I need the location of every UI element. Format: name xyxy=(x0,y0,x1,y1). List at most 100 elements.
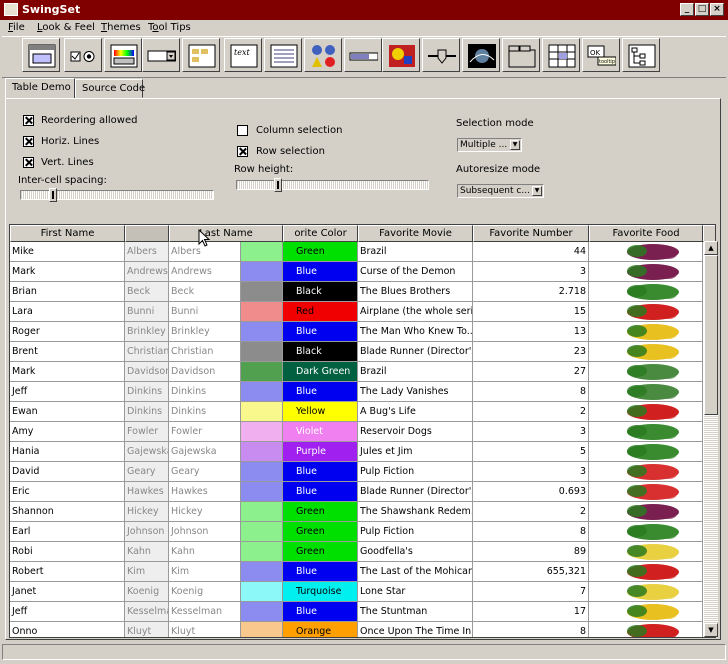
favorite-number-cell[interactable]: 7 xyxy=(473,582,589,602)
list-button[interactable] xyxy=(264,38,302,72)
favorite-color-cell[interactable]: Blue xyxy=(283,382,358,402)
first-name-cell[interactable]: Jeff xyxy=(10,602,125,622)
last-name-cell[interactable]: Johnson xyxy=(169,522,241,542)
first-name-cell[interactable]: David xyxy=(10,462,125,482)
favorite-color-cell[interactable]: Turquoise xyxy=(283,582,358,602)
favorite-number-cell[interactable]: 3 xyxy=(473,462,589,482)
favorite-food-cell[interactable] xyxy=(589,242,703,262)
option-pane-button[interactable] xyxy=(304,38,342,72)
minimize-button[interactable]: _ xyxy=(680,3,694,16)
favorite-movie-cell[interactable]: Airplane (the whole series) xyxy=(358,302,473,322)
scroll-up-icon[interactable]: ▲ xyxy=(704,241,718,255)
favorite-movie-cell[interactable]: The Stuntman xyxy=(358,602,473,622)
slider-thumb[interactable] xyxy=(49,188,57,202)
color-chooser-button[interactable] xyxy=(104,38,142,72)
favorite-movie-cell[interactable]: The Man Who Knew To... xyxy=(358,322,473,342)
header-favorite-color[interactable]: orite Color xyxy=(283,225,358,242)
combobox-button[interactable] xyxy=(142,38,180,72)
color-swatch-cell[interactable] xyxy=(241,562,283,582)
scroll-pane-button[interactable] xyxy=(382,38,420,72)
favorite-color-cell[interactable]: Orange xyxy=(283,622,358,637)
dragged-column-cell[interactable]: Fowler xyxy=(125,422,169,442)
favorite-color-cell[interactable]: Violet xyxy=(283,422,358,442)
dragged-column-cell[interactable]: Albers xyxy=(125,242,169,262)
tab-source-code[interactable]: Source Code xyxy=(75,79,145,98)
scroll-thumb[interactable] xyxy=(704,255,718,415)
favorite-number-cell[interactable]: 17 xyxy=(473,602,589,622)
favorite-number-cell[interactable]: 8 xyxy=(473,522,589,542)
favorite-food-cell[interactable] xyxy=(589,362,703,382)
last-name-cell[interactable]: Kesselman xyxy=(169,602,241,622)
header-first-name[interactable]: First Name xyxy=(10,225,125,242)
last-name-cell[interactable]: Brinkley xyxy=(169,322,241,342)
favorite-color-cell[interactable]: Dark Green xyxy=(283,362,358,382)
slider-thumb[interactable] xyxy=(274,178,282,192)
favorite-color-cell[interactable]: Black xyxy=(283,282,358,302)
favorite-color-cell[interactable]: Blue xyxy=(283,462,358,482)
favorite-food-cell[interactable] xyxy=(589,422,703,442)
first-name-cell[interactable]: Shannon xyxy=(10,502,125,522)
favorite-color-cell[interactable]: Purple xyxy=(283,442,358,462)
favorite-movie-cell[interactable]: Brazil xyxy=(358,362,473,382)
last-name-cell[interactable]: Koenig xyxy=(169,582,241,602)
color-swatch-cell[interactable] xyxy=(241,442,283,462)
favorite-food-cell[interactable] xyxy=(589,602,703,622)
first-name-cell[interactable]: Eric xyxy=(10,482,125,502)
menu-themes[interactable]: Themes xyxy=(101,22,141,33)
last-name-cell[interactable]: Dinkins xyxy=(169,402,241,422)
favorite-movie-cell[interactable]: The Shawshank Redem... xyxy=(358,502,473,522)
first-name-cell[interactable]: Hania xyxy=(10,442,125,462)
favorite-food-cell[interactable] xyxy=(589,442,703,462)
dragged-column-cell[interactable]: Beck xyxy=(125,282,169,302)
horiz-lines-checkbox[interactable] xyxy=(23,136,34,147)
last-name-cell[interactable]: Bunni xyxy=(169,302,241,322)
menu-file[interactable]: File xyxy=(8,22,25,33)
tooltip-button[interactable]: OK tooltip xyxy=(582,38,620,72)
dragged-column-cell[interactable]: Kluyt xyxy=(125,622,169,637)
file-chooser-button[interactable] xyxy=(182,38,220,72)
table-button[interactable] xyxy=(542,38,580,72)
column-selection-checkbox[interactable] xyxy=(237,125,248,136)
first-name-cell[interactable]: Ewan xyxy=(10,402,125,422)
dragged-column-cell[interactable]: Koenig xyxy=(125,582,169,602)
favorite-number-cell[interactable]: 27 xyxy=(473,362,589,382)
first-name-cell[interactable]: Janet xyxy=(10,582,125,602)
favorite-food-cell[interactable] xyxy=(589,302,703,322)
color-swatch-cell[interactable] xyxy=(241,582,283,602)
color-swatch-cell[interactable] xyxy=(241,482,283,502)
first-name-cell[interactable]: Robi xyxy=(10,542,125,562)
color-swatch-cell[interactable] xyxy=(241,282,283,302)
favorite-movie-cell[interactable]: A Bug's Life xyxy=(358,402,473,422)
dragged-column-cell[interactable]: Kesselman xyxy=(125,602,169,622)
favorite-number-cell[interactable]: 655,321 xyxy=(473,562,589,582)
favorite-food-cell[interactable] xyxy=(589,402,703,422)
last-name-cell[interactable]: Gajewska xyxy=(169,442,241,462)
color-swatch-cell[interactable] xyxy=(241,322,283,342)
dragged-column-cell[interactable]: Christian xyxy=(125,342,169,362)
favorite-number-cell[interactable]: 3 xyxy=(473,422,589,442)
favorite-food-cell[interactable] xyxy=(589,282,703,302)
dragged-column-cell[interactable]: Dinkins xyxy=(125,382,169,402)
close-button[interactable]: × xyxy=(710,3,724,16)
dragged-column-cell[interactable]: Johnson xyxy=(125,522,169,542)
color-swatch-cell[interactable] xyxy=(241,242,283,262)
favorite-color-cell[interactable]: Green xyxy=(283,502,358,522)
favorite-color-cell[interactable]: Blue xyxy=(283,602,358,622)
first-name-cell[interactable]: Brian xyxy=(10,282,125,302)
first-name-cell[interactable]: Mark xyxy=(10,262,125,282)
selection-mode-combo[interactable]: Multiple ... ▼ xyxy=(457,138,522,152)
split-pane-button[interactable] xyxy=(462,38,500,72)
favorite-number-cell[interactable]: 8 xyxy=(473,382,589,402)
header-favorite-food[interactable]: Favorite Food xyxy=(589,225,703,242)
favorite-movie-cell[interactable]: The Last of the Mohicans xyxy=(358,562,473,582)
favorite-movie-cell[interactable]: Pulp Fiction xyxy=(358,522,473,542)
menu-tool-tips[interactable]: Tool Tips xyxy=(148,22,191,33)
last-name-cell[interactable]: Kim xyxy=(169,562,241,582)
favorite-food-cell[interactable] xyxy=(589,322,703,342)
first-name-cell[interactable]: Lara xyxy=(10,302,125,322)
favorite-color-cell[interactable]: Red xyxy=(283,302,358,322)
menu-look-and-feel[interactable]: Look & Feel xyxy=(37,22,95,33)
color-swatch-cell[interactable] xyxy=(241,542,283,562)
favorite-movie-cell[interactable]: Blade Runner (Director's ... xyxy=(358,482,473,502)
last-name-cell[interactable]: Kahn xyxy=(169,542,241,562)
